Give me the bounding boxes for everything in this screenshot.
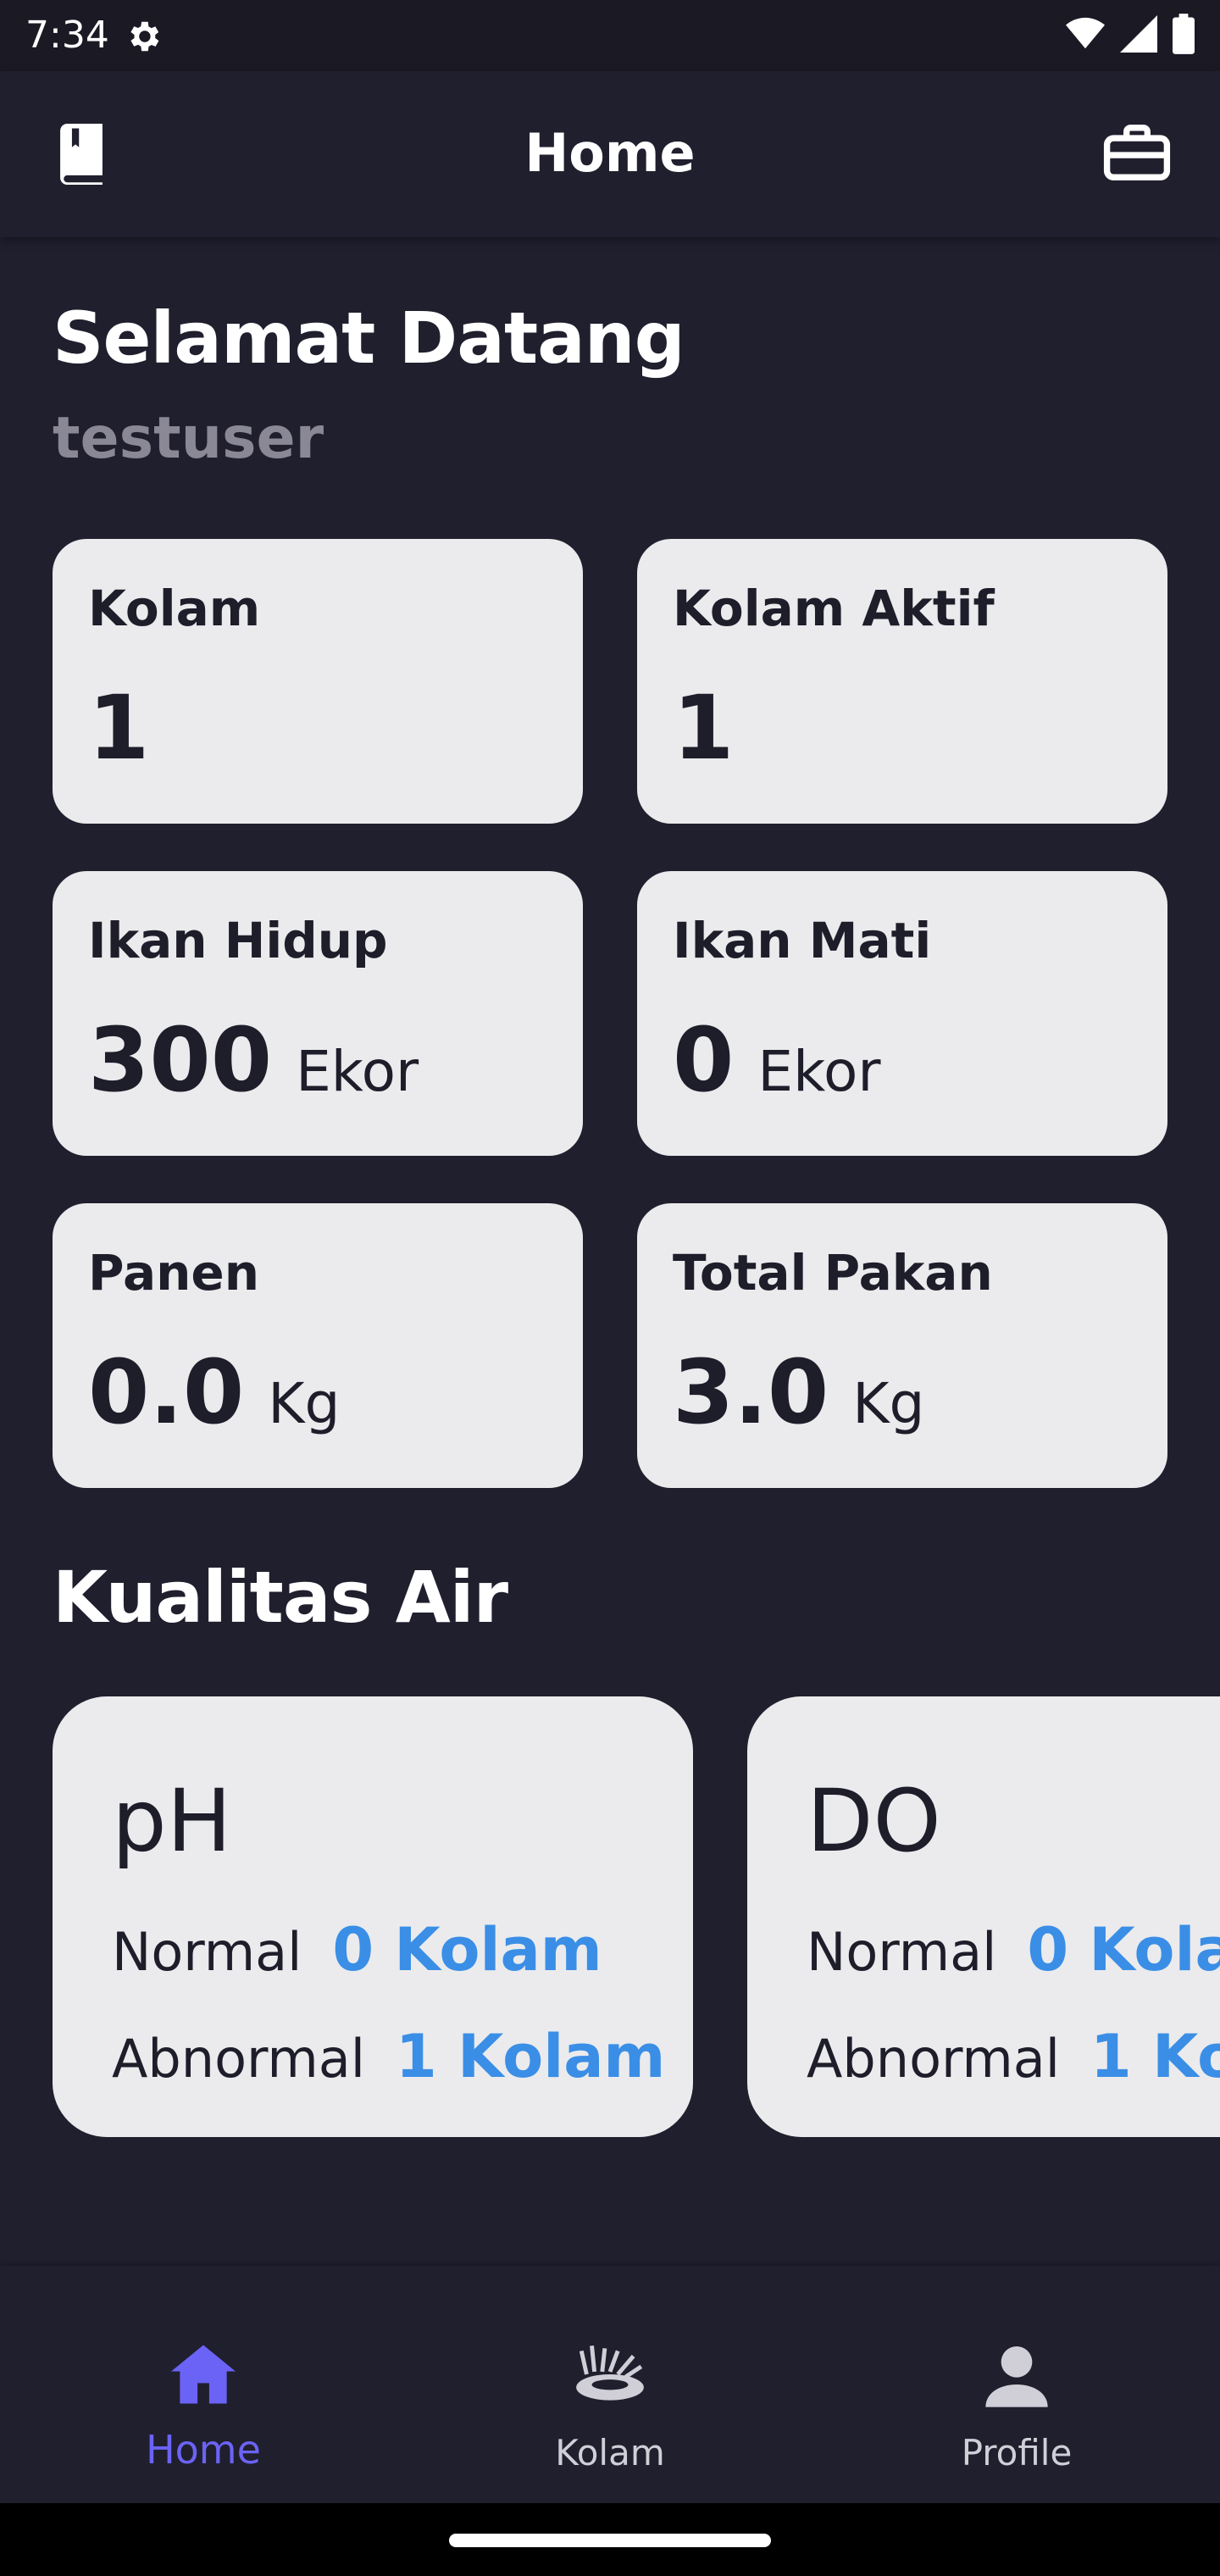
stat-label: Ikan Hidup [88,912,388,969]
greeting-title: Selamat Datang [53,297,685,380]
stat-unit: Kg [852,1371,925,1436]
stat-label: Panen [88,1244,260,1302]
stat-label: Kolam Aktif [673,580,995,637]
system-gesture-area [0,2503,1220,2576]
wq-abnormal-label: Abnormal [807,2028,1061,2090]
stat-label: Kolam [88,580,261,637]
stat-value: 1 [673,676,734,780]
status-icons [1066,14,1195,54]
wq-abnormal-label: Abnormal [112,2028,366,2090]
stat-value: 3.0 Kg [673,1341,924,1444]
nav-item-home[interactable]: Home [0,2266,407,2503]
stat-value: 0.0 Kg [88,1341,340,1444]
wq-abnormal-value: 1 Kolam [1090,2022,1220,2091]
stat-unit: Kg [268,1371,341,1436]
signal-icon [1120,15,1157,53]
stat-card-total-pakan[interactable]: Total Pakan 3.0 Kg [637,1203,1167,1488]
wq-abnormal-value: 1 Kolam [396,2022,666,2091]
page-title: Home [524,122,696,184]
greeting-username: testuser [53,405,324,472]
water-quality-title: Kualitas Air [53,1556,508,1639]
wifi-icon [1066,17,1105,49]
wq-normal-row: Normal 0 Kolam [112,1915,602,1985]
stat-card-kolam[interactable]: Kolam 1 [53,539,583,824]
nav-item-profile[interactable]: Profile [813,2266,1220,2503]
wq-normal-value: 0 Kolam [1027,1915,1220,1985]
nav-item-kolam[interactable]: Kolam [407,2266,813,2503]
nav-label: Profile [961,2432,1073,2473]
wq-normal-value: 0 Kolam [332,1915,602,1985]
stat-label: Total Pakan [673,1244,993,1302]
wq-parameter-name: DO [807,1771,941,1872]
water-quality-card-do[interactable]: DO Normal 0 Kolam Abnormal 1 Kolam [747,1696,1220,2137]
stat-card-panen[interactable]: Panen 0.0 Kg [53,1203,583,1488]
stat-card-ikan-hidup[interactable]: Ikan Hidup 300 Ekor [53,871,583,1156]
stat-card-kolam-aktif[interactable]: Kolam Aktif 1 [637,539,1167,824]
wq-parameter-name: pH [112,1771,232,1872]
stat-unit: Ekor [757,1039,881,1104]
pond-icon [576,2346,644,2401]
stat-number: 0 [673,1008,735,1112]
nav-label: Home [146,2427,261,2473]
status-time: 7:34 [25,14,109,57]
stat-value: 300 Ekor [88,1008,419,1112]
wq-normal-label: Normal [807,1921,997,1983]
top-app-bar: Home [0,71,1220,237]
bottom-navigation: Home Kolam Profile [0,2266,1220,2503]
stat-value: 0 Ekor [673,1008,880,1112]
stat-number: 3.0 [673,1341,829,1444]
stat-label: Ikan Mati [673,912,932,969]
person-icon [985,2346,1048,2407]
settings-gear-icon [130,21,159,52]
stat-number: 300 [88,1008,273,1112]
gesture-handle[interactable] [449,2534,771,2547]
wq-abnormal-row: Abnormal 1 Kolam [112,2022,665,2091]
stat-unit: Ekor [296,1039,419,1104]
home-screen: 7:34 Home Selamat Datang testuser Kolam … [0,0,1220,2576]
nav-label: Kolam [555,2432,665,2473]
briefcase-icon[interactable] [1103,122,1171,183]
wq-abnormal-row: Abnormal 1 Kolam [807,2022,1220,2091]
stat-number: 1 [673,676,735,780]
stat-value: 1 [88,676,149,780]
wq-normal-label: Normal [112,1921,302,1983]
stat-number: 1 [88,676,150,780]
home-icon [171,2345,236,2404]
wq-normal-row: Normal 0 Kolam [807,1915,1220,1985]
water-quality-card-ph[interactable]: pH Normal 0 Kolam Abnormal 1 Kolam [53,1696,693,2137]
stat-number: 0.0 [88,1341,245,1444]
status-bar: 7:34 [0,0,1220,71]
battery-icon [1173,14,1195,54]
stat-card-ikan-mati[interactable]: Ikan Mati 0 Ekor [637,871,1167,1156]
